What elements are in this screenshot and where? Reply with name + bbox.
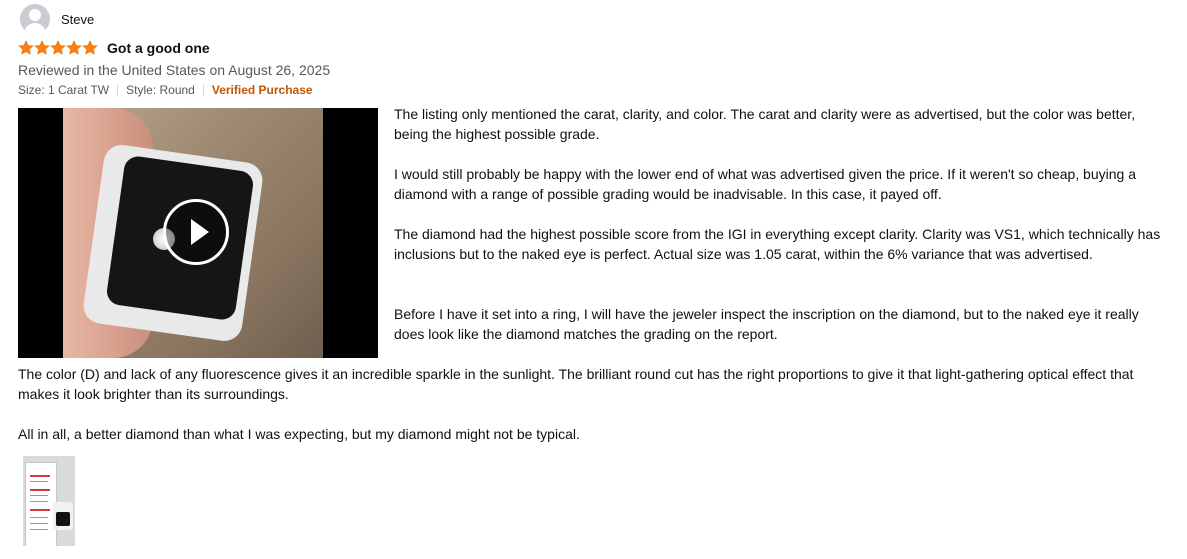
divider: [117, 84, 119, 96]
review-video-player[interactable]: [18, 108, 378, 358]
review-paragraph: I would still probably be happy with the…: [394, 166, 1136, 202]
review-title-row: Got a good one: [18, 40, 210, 56]
review-title[interactable]: Got a good one: [107, 40, 210, 56]
star-icon: [18, 40, 34, 56]
star-icon: [50, 40, 66, 56]
review-paragraph: The diamond had the highest possible sco…: [394, 226, 1161, 262]
star-rating[interactable]: [18, 40, 98, 56]
review-paragraph: All in all, a better diamond than what I…: [18, 426, 580, 442]
star-icon: [34, 40, 50, 56]
review-paragraph: Before I have it set into a ring, I will…: [394, 306, 1139, 342]
divider: [202, 84, 204, 96]
style-attribute: Style: Round: [126, 83, 195, 97]
reviewer-name[interactable]: Steve: [61, 12, 94, 27]
review-paragraph: The color (D) and lack of any fluorescen…: [18, 366, 1134, 402]
verified-purchase-badge: Verified Purchase: [211, 83, 313, 97]
review-image-thumbnail[interactable]: [23, 456, 75, 546]
diamond-case-image: [53, 502, 73, 530]
user-avatar-icon[interactable]: [20, 4, 50, 34]
size-attribute: Size: 1 Carat TW: [18, 83, 110, 97]
play-icon[interactable]: [163, 199, 229, 265]
star-icon: [82, 40, 98, 56]
reviewer-profile[interactable]: Steve: [20, 4, 94, 34]
review-paragraph: The listing only mentioned the carat, cl…: [394, 106, 1136, 142]
customer-review: Steve Got a good one Reviewed in the Uni…: [0, 0, 1187, 559]
star-icon: [66, 40, 82, 56]
review-date: Reviewed in the United States on August …: [18, 62, 331, 78]
product-format-strip: Size: 1 Carat TW Style: Round Verified P…: [18, 83, 313, 97]
